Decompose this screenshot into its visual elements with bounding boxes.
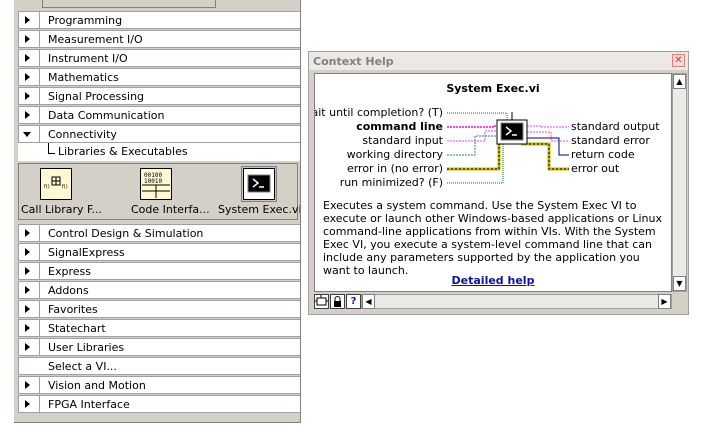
- category-addons[interactable]: Addons: [18, 281, 300, 299]
- category-label: Measurement I/O: [48, 33, 143, 46]
- expand-arrow-icon[interactable]: [25, 92, 30, 100]
- context-help-window: Context Help ✕ System Exec.vi wait until…: [308, 51, 689, 315]
- expand-arrow-icon[interactable]: [25, 248, 30, 256]
- functions-palette: Programming Measurement I/O Instrument I…: [14, 0, 301, 423]
- context-help-titlebar[interactable]: Context Help ✕: [309, 52, 688, 70]
- category-label: Addons: [48, 284, 89, 297]
- code-interface-bits-2: 10010: [144, 178, 162, 185]
- category-control-design-simulation[interactable]: Control Design & Simulation: [18, 224, 300, 242]
- expand-arrow-icon[interactable]: [25, 267, 30, 275]
- expand-arrow-icon[interactable]: [25, 305, 30, 313]
- wire-working-directory: [447, 135, 497, 156]
- category-favorites[interactable]: Favorites: [18, 300, 300, 318]
- svg-text:f(): f(): [44, 184, 50, 190]
- wire-error-out: [521, 142, 569, 171]
- chevron-down-icon: ▼: [676, 279, 683, 288]
- vi-description: Executes a system command. Use the Syste…: [323, 199, 662, 277]
- expand-arrow-icon[interactable]: [25, 400, 30, 408]
- category-label: SignalExpress: [48, 246, 125, 259]
- wire-standard-error: [527, 131, 569, 142]
- category-label: Express: [48, 265, 91, 278]
- scroll-up-button[interactable]: ▲: [673, 74, 686, 89]
- chevron-left-icon: ◀: [365, 297, 372, 306]
- lock-icon: [334, 296, 341, 307]
- subcategory-label: Libraries & Executables: [58, 145, 188, 158]
- collapse-arrow-icon[interactable]: [23, 132, 31, 137]
- select-a-vi-item[interactable]: Select a VI...: [18, 357, 300, 375]
- category-label: Mathematics: [48, 71, 119, 84]
- show-optional-terminals-button[interactable]: [314, 294, 329, 309]
- detailed-help-link[interactable]: Detailed help: [315, 274, 671, 287]
- category-instrument-io[interactable]: Instrument I/O: [18, 49, 300, 67]
- window-title: Context Help: [313, 55, 394, 68]
- vertical-scrollbar[interactable]: ▲ ▼: [672, 73, 687, 292]
- code-interface-node[interactable]: 00100 10010 Code Interfa...: [117, 164, 210, 219]
- category-statechart[interactable]: Statechart: [18, 319, 300, 337]
- expand-arrow-icon[interactable]: [25, 111, 30, 119]
- svg-text:f(): f(): [62, 184, 68, 190]
- expand-arrow-icon[interactable]: [25, 73, 30, 81]
- expand-arrow-icon[interactable]: [25, 324, 30, 332]
- call-library-icon: f() f(): [40, 168, 72, 200]
- help-icon: ?: [350, 296, 357, 307]
- category-label: Signal Processing: [48, 90, 145, 103]
- subcategory-libraries-executables[interactable]: Libraries & Executables: [18, 143, 300, 161]
- category-mathematics[interactable]: Mathematics: [18, 68, 300, 86]
- palette-top-tab[interactable]: [42, 0, 216, 8]
- expand-arrow-icon[interactable]: [25, 229, 30, 237]
- horizontal-scrollbar[interactable]: ◀ ▶: [361, 294, 672, 309]
- category-user-libraries[interactable]: User Libraries: [18, 338, 300, 356]
- category-label: Data Communication: [48, 109, 165, 122]
- category-fpga-interface[interactable]: FPGA Interface: [18, 395, 300, 413]
- vi-label: Code Interfa...: [131, 203, 210, 216]
- help-button[interactable]: ?: [346, 294, 361, 309]
- category-programming[interactable]: Programming: [18, 11, 300, 29]
- context-help-toolbar: ? ◀ ▶: [314, 294, 687, 310]
- vi-label: Call Library F...: [21, 203, 103, 216]
- category-label: Control Design & Simulation: [48, 227, 204, 240]
- code-interface-icon: 00100 10010: [140, 168, 172, 200]
- libraries-executables-subpalette: f() f() Call Library F... 00100 10010 Co…: [18, 163, 300, 220]
- category-signalexpress[interactable]: SignalExpress: [18, 243, 300, 261]
- category-label: Connectivity: [48, 128, 117, 141]
- scroll-right-button[interactable]: ▶: [658, 294, 671, 309]
- category-label: Select a VI...: [48, 360, 117, 373]
- chevron-up-icon: ▲: [676, 77, 683, 86]
- expand-arrow-icon[interactable]: [25, 16, 30, 24]
- close-icon: ✕: [674, 55, 683, 66]
- category-label: Favorites: [48, 303, 98, 316]
- chevron-right-icon: ▶: [661, 297, 668, 306]
- category-label: FPGA Interface: [48, 398, 130, 411]
- category-express[interactable]: Express: [18, 262, 300, 280]
- connector-pane-diagram: [447, 112, 569, 184]
- expand-arrow-icon[interactable]: [25, 286, 30, 294]
- scroll-left-button[interactable]: ◀: [362, 294, 375, 309]
- tree-connector: [48, 143, 55, 154]
- category-label: User Libraries: [48, 341, 125, 354]
- call-library-function-node[interactable]: f() f() Call Library F...: [19, 164, 102, 219]
- help-content-pane: System Exec.vi wait until completion? (T…: [314, 73, 672, 292]
- category-vision-and-motion[interactable]: Vision and Motion: [18, 376, 300, 394]
- category-label: Statechart: [48, 322, 106, 335]
- wire-command-line: [447, 125, 497, 128]
- vi-label: System Exec.vi: [218, 203, 301, 216]
- expand-arrow-icon[interactable]: [25, 381, 30, 389]
- category-label: Vision and Motion: [48, 379, 146, 392]
- category-signal-processing[interactable]: Signal Processing: [18, 87, 300, 105]
- category-label: Programming: [48, 14, 123, 27]
- system-exec-vi-node[interactable]: System Exec.vi: [207, 164, 300, 219]
- category-label: Instrument I/O: [48, 52, 128, 65]
- wire-standard-output: [527, 125, 569, 128]
- category-measurement-io[interactable]: Measurement I/O: [18, 30, 300, 48]
- scroll-down-button[interactable]: ▼: [673, 276, 686, 291]
- system-exec-icon: [243, 168, 275, 200]
- expand-arrow-icon[interactable]: [25, 343, 30, 351]
- category-data-communication[interactable]: Data Communication: [18, 106, 300, 124]
- expand-arrow-icon[interactable]: [25, 54, 30, 62]
- category-connectivity[interactable]: Connectivity: [18, 125, 300, 143]
- close-button[interactable]: ✕: [672, 54, 685, 67]
- show-optional-terminals-icon: [315, 295, 328, 306]
- expand-arrow-icon[interactable]: [25, 35, 30, 43]
- lock-button[interactable]: [330, 294, 345, 309]
